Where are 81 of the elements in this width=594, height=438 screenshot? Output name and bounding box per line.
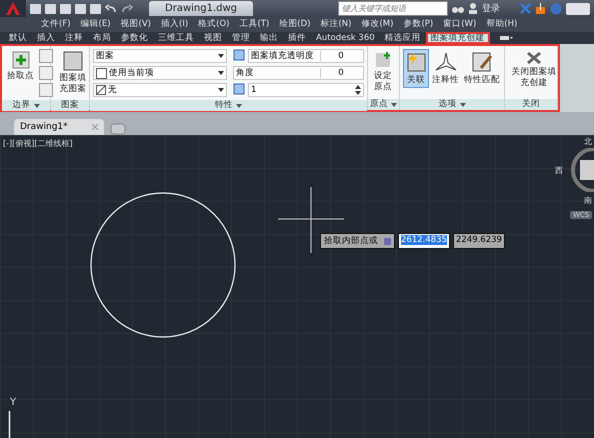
ribbon-tab[interactable]: 默认 — [4, 32, 32, 44]
option-button[interactable]: 特性匹配 — [462, 49, 502, 88]
compass-label[interactable]: 西 — [555, 165, 563, 176]
close-hatch-button[interactable]: 关闭图案填充创建 — [508, 49, 560, 91]
ribbon-tab[interactable]: 插入 — [32, 32, 60, 44]
menu-item[interactable]: 视图(V) — [116, 17, 156, 32]
menu-item[interactable]: 插入(I) — [156, 17, 194, 32]
plus-hatch-icon — [374, 51, 392, 69]
panel-title: 关闭 — [522, 99, 540, 110]
scale-field[interactable]: 1 — [248, 83, 364, 97]
caret-icon[interactable] — [391, 102, 397, 106]
hatch-lightning-icon — [405, 51, 427, 73]
close-icon — [526, 51, 542, 65]
hatch-color-dropdown[interactable]: 使用当前项 — [93, 66, 227, 80]
viewport-label[interactable]: [-][俯视][二维线框] — [3, 138, 73, 149]
set-origin-button[interactable]: 设定原点 — [371, 49, 395, 95]
ribbon-tab[interactable]: Autodesk 360 — [311, 32, 380, 44]
ucs-axis-icon — [8, 411, 11, 438]
compass-label[interactable]: 南 — [584, 195, 592, 206]
panel-title: 图案 — [61, 100, 79, 111]
minimize-button[interactable] — [566, 2, 590, 14]
menu-item[interactable]: 修改(M) — [356, 17, 398, 32]
panel-title[interactable]: 原点 — [370, 99, 388, 110]
pick-points-button[interactable]: 拾取点 — [5, 49, 36, 84]
logo-icon[interactable] — [6, 2, 20, 15]
caret-icon[interactable] — [34, 104, 40, 108]
background-color-dropdown[interactable]: 无 — [93, 83, 227, 97]
window-title: Drawing1.dwg — [149, 1, 253, 16]
caret-icon[interactable] — [218, 54, 224, 58]
hatch-brush-icon — [471, 51, 493, 73]
triangle-star-icon — [434, 51, 456, 73]
ribbon-tab[interactable]: 注释 — [60, 32, 88, 44]
menu-item[interactable]: 帮助(H) — [481, 17, 522, 32]
hatch-pattern-button[interactable]: 图案填充图案 — [54, 49, 92, 97]
ribbon-tab[interactable]: 管理 — [227, 32, 255, 44]
plus-icon — [12, 51, 30, 69]
ribbon-tab[interactable]: 视图 — [199, 32, 227, 44]
panel-title[interactable]: 特性 — [215, 100, 233, 111]
caret-icon[interactable] — [460, 102, 466, 106]
ribbon-tab[interactable]: 参数化 — [116, 32, 153, 44]
ucs-label: Y — [10, 397, 16, 408]
file-tab[interactable]: Drawing1* — [14, 119, 104, 135]
viewcube-ring-drawing[interactable] — [568, 148, 594, 192]
undo-icon[interactable] — [105, 4, 117, 14]
hatch-type-dropdown[interactable]: 图案 — [93, 49, 227, 63]
menu-item[interactable]: 工具(T) — [234, 17, 274, 32]
caret-icon[interactable] — [218, 71, 224, 75]
search-field[interactable]: 键入关键字或短语 — [338, 1, 448, 16]
swatch-icon — [96, 68, 107, 78]
ribbon-tab[interactable]: 插件 — [283, 32, 311, 44]
angle-field[interactable]: 角度 0 — [233, 66, 364, 80]
ribbon-tab[interactable]: 精选应用 — [380, 32, 426, 44]
login-link[interactable]: 登录 — [482, 2, 500, 15]
menu-item[interactable]: 编辑(E) — [76, 17, 116, 32]
option-button[interactable]: 关联 — [403, 49, 429, 88]
caret-icon[interactable] — [236, 104, 242, 108]
prompt-label: 拾取内部点或 — [320, 233, 395, 249]
x-coordinate-field[interactable]: 2612.4835 — [398, 233, 450, 249]
compass-label[interactable]: 北 — [584, 136, 592, 147]
spinner-icon[interactable] — [355, 85, 361, 95]
menu-item[interactable]: 窗口(W) — [438, 17, 482, 32]
ribbon-tab[interactable]: 三维工具 — [153, 32, 199, 44]
panel-title[interactable]: 选项 — [438, 99, 456, 110]
y-coordinate-field[interactable]: 2249.6239 — [452, 233, 505, 249]
ribbon-tab[interactable]: 输出 — [255, 32, 283, 44]
panel-title[interactable]: 边界 — [12, 100, 30, 111]
option-button[interactable]: 注释性 — [430, 49, 461, 88]
menu-item[interactable]: 标注(N) — [315, 17, 356, 32]
caret-icon[interactable] — [218, 88, 224, 92]
crosshair-icon — [278, 187, 344, 253]
hatch-swatch-icon — [63, 51, 83, 71]
menu-item[interactable]: 参数(P) — [398, 17, 438, 32]
menu-item[interactable]: 绘图(D) — [274, 17, 316, 32]
menu-item[interactable]: 格式(O) — [193, 17, 234, 32]
download-icon[interactable] — [535, 3, 546, 14]
menu-item[interactable]: 文件(F) — [36, 17, 76, 32]
ribbon-tab[interactable]: 布局 — [88, 32, 116, 44]
no-color-icon — [96, 85, 106, 95]
transparency-field[interactable]: 图案填充透明度 0 — [248, 49, 364, 63]
user-icon[interactable] — [468, 3, 478, 14]
redo-icon[interactable] — [121, 4, 133, 14]
